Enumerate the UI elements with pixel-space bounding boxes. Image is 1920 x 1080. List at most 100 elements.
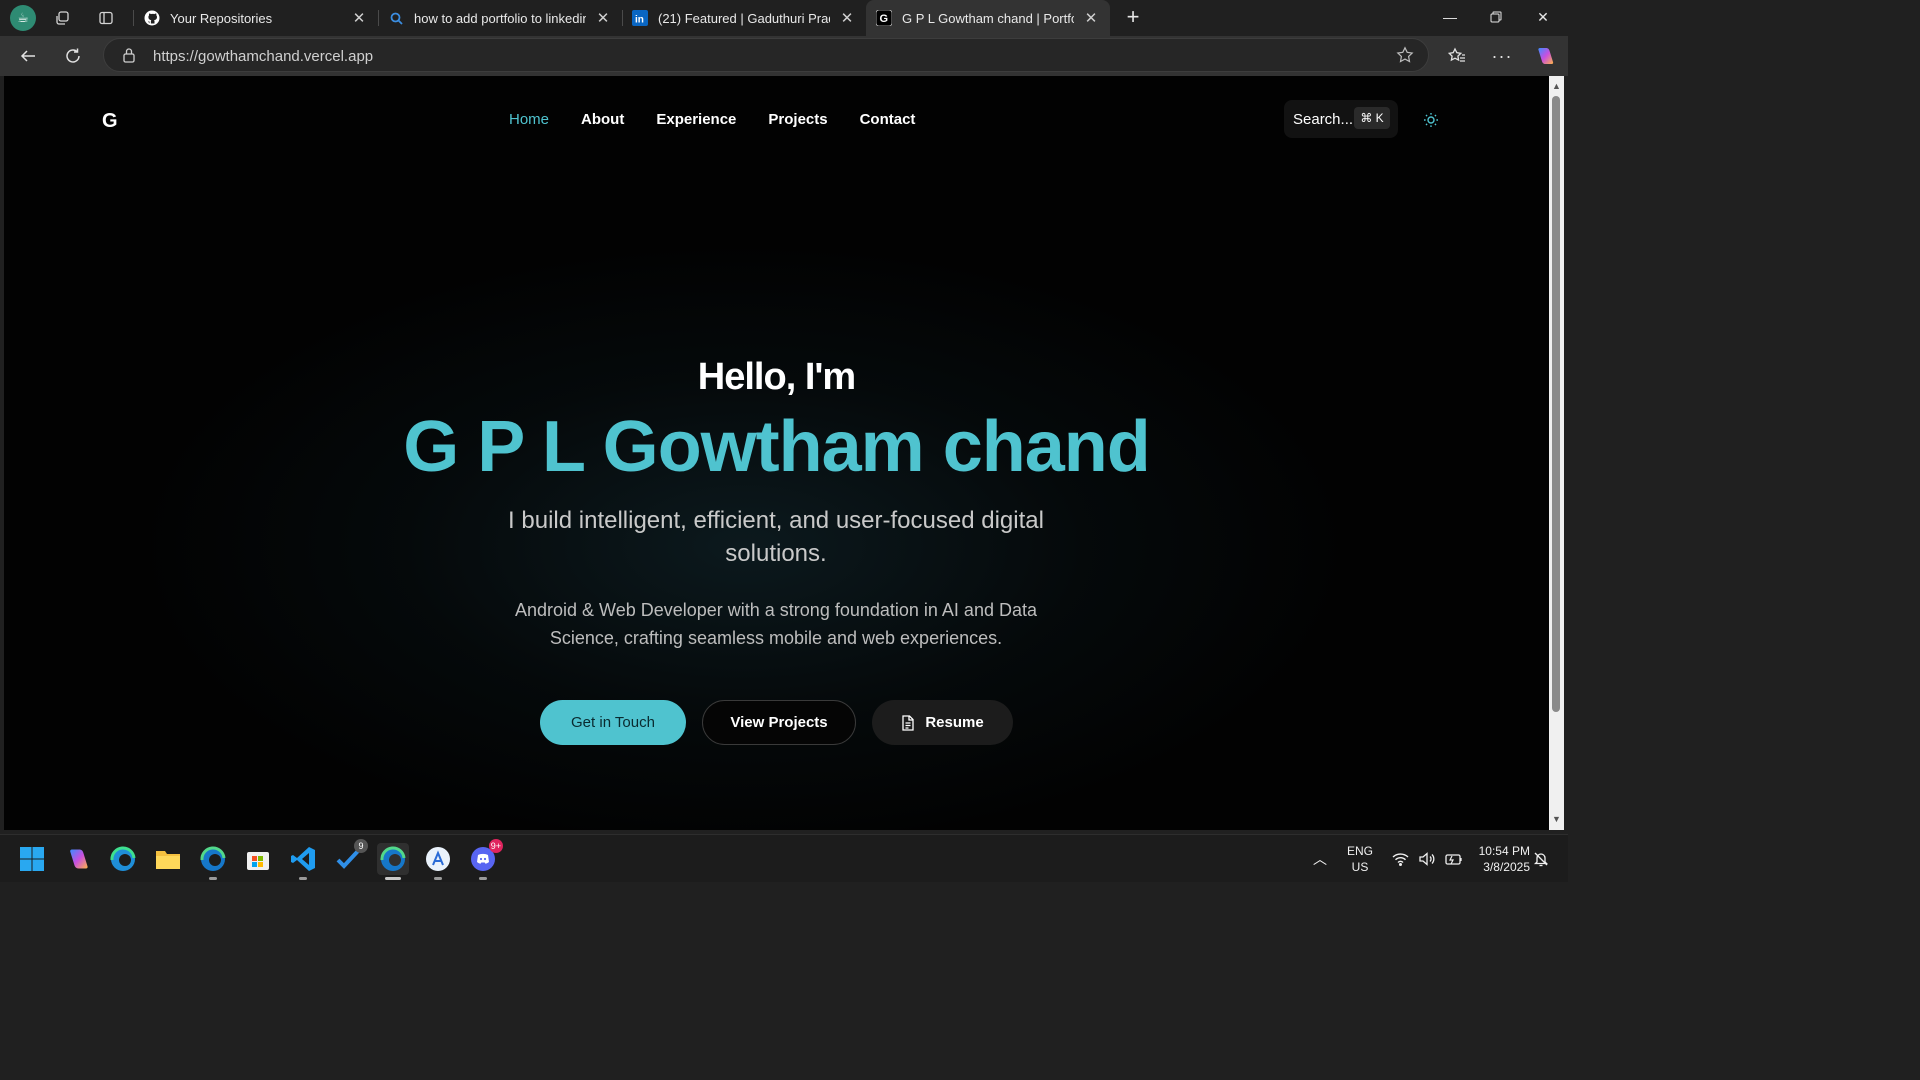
document-icon (901, 714, 915, 731)
back-arrow-icon (20, 50, 35, 62)
start-button[interactable] (16, 843, 48, 875)
todo-badge: 9 (354, 839, 368, 853)
running-indicator (299, 877, 307, 880)
nav-home[interactable]: Home (509, 111, 549, 128)
taskbar-edge-active[interactable] (377, 843, 409, 880)
tab-linkedin-search[interactable]: how to add portfolio to linkedin - ✕ (378, 0, 622, 36)
close-tab-icon[interactable]: ✕ (838, 9, 856, 27)
taskbar-edge-dev[interactable] (107, 843, 139, 875)
page-scrollbar[interactable]: ▲ ▼ (1549, 76, 1564, 830)
github-icon (144, 10, 160, 26)
search-label: Search... (1293, 110, 1354, 128)
time-text: 10:54 PM (1478, 844, 1530, 858)
site-search-button[interactable]: Search... ⌘ K (1284, 100, 1398, 138)
app-a-icon (426, 847, 450, 871)
taskbar-todo[interactable]: 9 (332, 839, 368, 875)
close-window-button[interactable]: ✕ (1520, 0, 1566, 34)
tab-repositories[interactable]: Your Repositories ✕ (134, 0, 378, 36)
taskbar-app[interactable] (422, 843, 454, 880)
taskbar-edge[interactable] (197, 843, 229, 880)
site-logo[interactable]: G (102, 110, 118, 133)
favorites-button[interactable] (1441, 40, 1473, 72)
minimize-icon: — (1443, 9, 1457, 25)
profile-avatar-icon: ☕ (10, 5, 36, 31)
language-indicator[interactable]: ENG US (1344, 835, 1376, 883)
hero-name: G P L Gowtham chand (403, 407, 1150, 487)
linkedin-icon: in (632, 10, 648, 26)
plus-icon: + (1126, 4, 1140, 29)
tab-linkedin-featured[interactable]: in (21) Featured | Gaduthuri Pradeep ✕ (622, 0, 866, 36)
lock-icon (123, 48, 135, 63)
edge-icon (380, 846, 406, 871)
refresh-button[interactable] (57, 40, 89, 72)
running-indicator (385, 877, 401, 880)
vertical-tabs-button[interactable] (91, 4, 121, 32)
new-tab-button[interactable]: + (1120, 4, 1146, 30)
edge-icon (110, 846, 136, 871)
nav-contact[interactable]: Contact (860, 111, 916, 128)
copilot-icon (70, 849, 88, 869)
close-tab-icon[interactable]: ✕ (1082, 9, 1100, 27)
copilot-button[interactable] (1529, 40, 1561, 72)
back-button[interactable] (12, 40, 44, 72)
store-icon (247, 852, 269, 870)
hero-description: Android & Web Developer with a strong fo… (515, 600, 1037, 648)
workspaces-button[interactable] (48, 4, 78, 32)
taskbar-discord[interactable]: 9+ (467, 839, 503, 880)
theme-toggle-button[interactable] (1421, 110, 1441, 130)
resume-label: Resume (925, 714, 984, 731)
running-indicator (479, 877, 487, 880)
running-indicator (209, 877, 217, 880)
address-bar[interactable]: https://gowthamchand.vercel.app (103, 38, 1429, 72)
close-tab-icon[interactable]: ✕ (350, 9, 368, 27)
keyboard-shortcut-badge: ⌘ K (1354, 107, 1390, 129)
get-in-touch-label: Get in Touch (571, 714, 655, 731)
tab-actions-icon (99, 11, 113, 25)
close-tab-icon[interactable]: ✕ (594, 9, 612, 27)
taskbar-store[interactable] (242, 843, 274, 875)
nav-projects[interactable]: Projects (768, 111, 827, 128)
scroll-up-arrow-icon[interactable]: ▲ (1552, 82, 1561, 91)
minimize-button[interactable]: — (1427, 0, 1473, 34)
windows-taskbar: 9 9+ ︿ ENG US 10:54 PM 3/8/2025 (0, 834, 1568, 882)
taskbar-file-explorer[interactable] (152, 843, 184, 875)
battery-icon (1444, 854, 1462, 865)
view-projects-button[interactable]: View Projects (702, 700, 856, 745)
clock[interactable]: 10:54 PM 3/8/2025 (1466, 835, 1530, 883)
resume-button[interactable]: Resume (872, 700, 1013, 745)
tab-title: G P L Gowtham chand | Portfolio (902, 10, 1074, 26)
nav-experience[interactable]: Experience (656, 111, 736, 128)
scrollbar-thumb[interactable] (1552, 96, 1560, 712)
browser-toolbar: https://gowthamchand.vercel.app ··· (0, 36, 1568, 76)
more-options-button[interactable]: ··· (1486, 40, 1518, 72)
svg-text:in: in (635, 15, 644, 26)
taskbar-copilot[interactable] (62, 843, 94, 875)
tab-portfolio[interactable]: G G P L Gowtham chand | Portfolio ✕ (866, 0, 1110, 36)
tab-title: how to add portfolio to linkedin - (414, 10, 586, 26)
favorites-icon (1448, 47, 1465, 62)
nav-about[interactable]: About (581, 111, 624, 128)
date-text: 3/8/2025 (1483, 860, 1530, 874)
windows-logo-icon (20, 847, 44, 871)
vscode-icon (291, 847, 315, 871)
svg-text:G: G (880, 13, 889, 25)
chevron-up-icon: ︿ (1313, 851, 1327, 867)
running-indicator (434, 877, 442, 880)
restore-button[interactable] (1473, 0, 1519, 34)
scroll-down-arrow-icon[interactable]: ▼ (1552, 815, 1561, 824)
restore-icon (1490, 11, 1502, 23)
favorite-star-icon[interactable] (1396, 46, 1414, 64)
site-nav: Home About Experience Projects Contact (509, 111, 947, 128)
sun-icon (1424, 113, 1438, 127)
show-hidden-icons-button[interactable]: ︿ (1308, 835, 1332, 883)
url-text: https://gowthamchand.vercel.app (153, 48, 374, 65)
language-code: ENG (1346, 844, 1373, 858)
notifications-button[interactable] (1531, 835, 1551, 883)
taskbar-vscode[interactable] (287, 843, 319, 880)
tab-strip: ☕ Your Repositories ✕ how to add portfol… (0, 0, 1568, 36)
get-in-touch-button[interactable]: Get in Touch (540, 700, 686, 745)
workspaces-icon (56, 11, 69, 25)
search-icon (388, 10, 404, 26)
profile-button[interactable]: ☕ (8, 4, 38, 32)
quick-settings-button[interactable] (1387, 835, 1467, 883)
